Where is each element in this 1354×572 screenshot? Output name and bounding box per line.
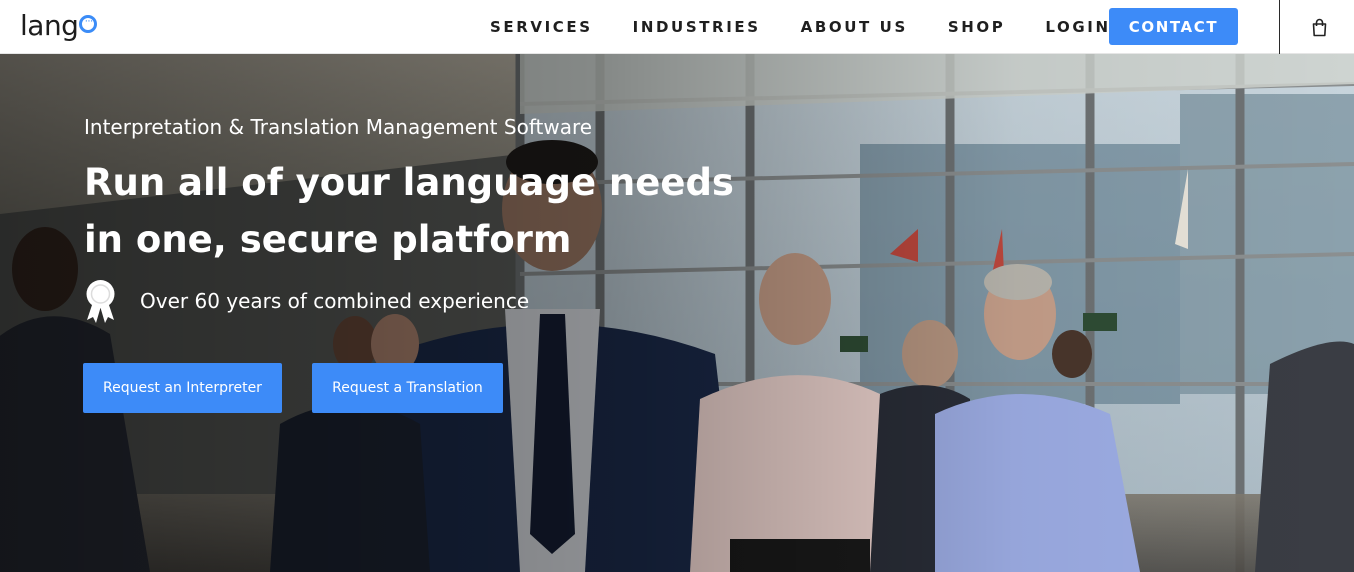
main-nav: SERVICES INDUSTRIES ABOUT US SHOP LOGIN (478, 0, 1123, 54)
request-translation-button[interactable]: Request a Translation (312, 363, 503, 413)
award-ribbon-icon (86, 280, 115, 323)
nav-shop[interactable]: SHOP (936, 18, 1018, 36)
headline-line-2: in one, secure platform (84, 218, 572, 261)
nav-divider (1279, 0, 1280, 54)
logo-text: lang (20, 9, 79, 42)
request-interpreter-button[interactable]: Request an Interpreter (83, 363, 282, 413)
shopping-bag-icon[interactable] (1311, 18, 1328, 37)
hero-headline: Run all of your language needs in one, s… (84, 154, 764, 268)
contact-button[interactable]: CONTACT (1109, 8, 1238, 45)
nav-services[interactable]: SERVICES (478, 18, 605, 36)
chat-bubble-icon (79, 12, 98, 33)
headline-line-1: Run all of your language needs (84, 161, 734, 204)
nav-about-us[interactable]: ABOUT US (789, 18, 920, 36)
lango-logo[interactable]: lang (20, 8, 98, 44)
hero-subtitle: Interpretation & Translation Management … (84, 115, 593, 139)
hero-section: Interpretation & Translation Management … (0, 54, 1354, 572)
nav-industries[interactable]: INDUSTRIES (621, 18, 773, 36)
experience-badge: Over 60 years of combined experience (84, 278, 529, 324)
top-navbar: lang SERVICES INDUSTRIES ABOUT US SHOP L… (0, 0, 1354, 54)
experience-text: Over 60 years of combined experience (140, 289, 530, 313)
